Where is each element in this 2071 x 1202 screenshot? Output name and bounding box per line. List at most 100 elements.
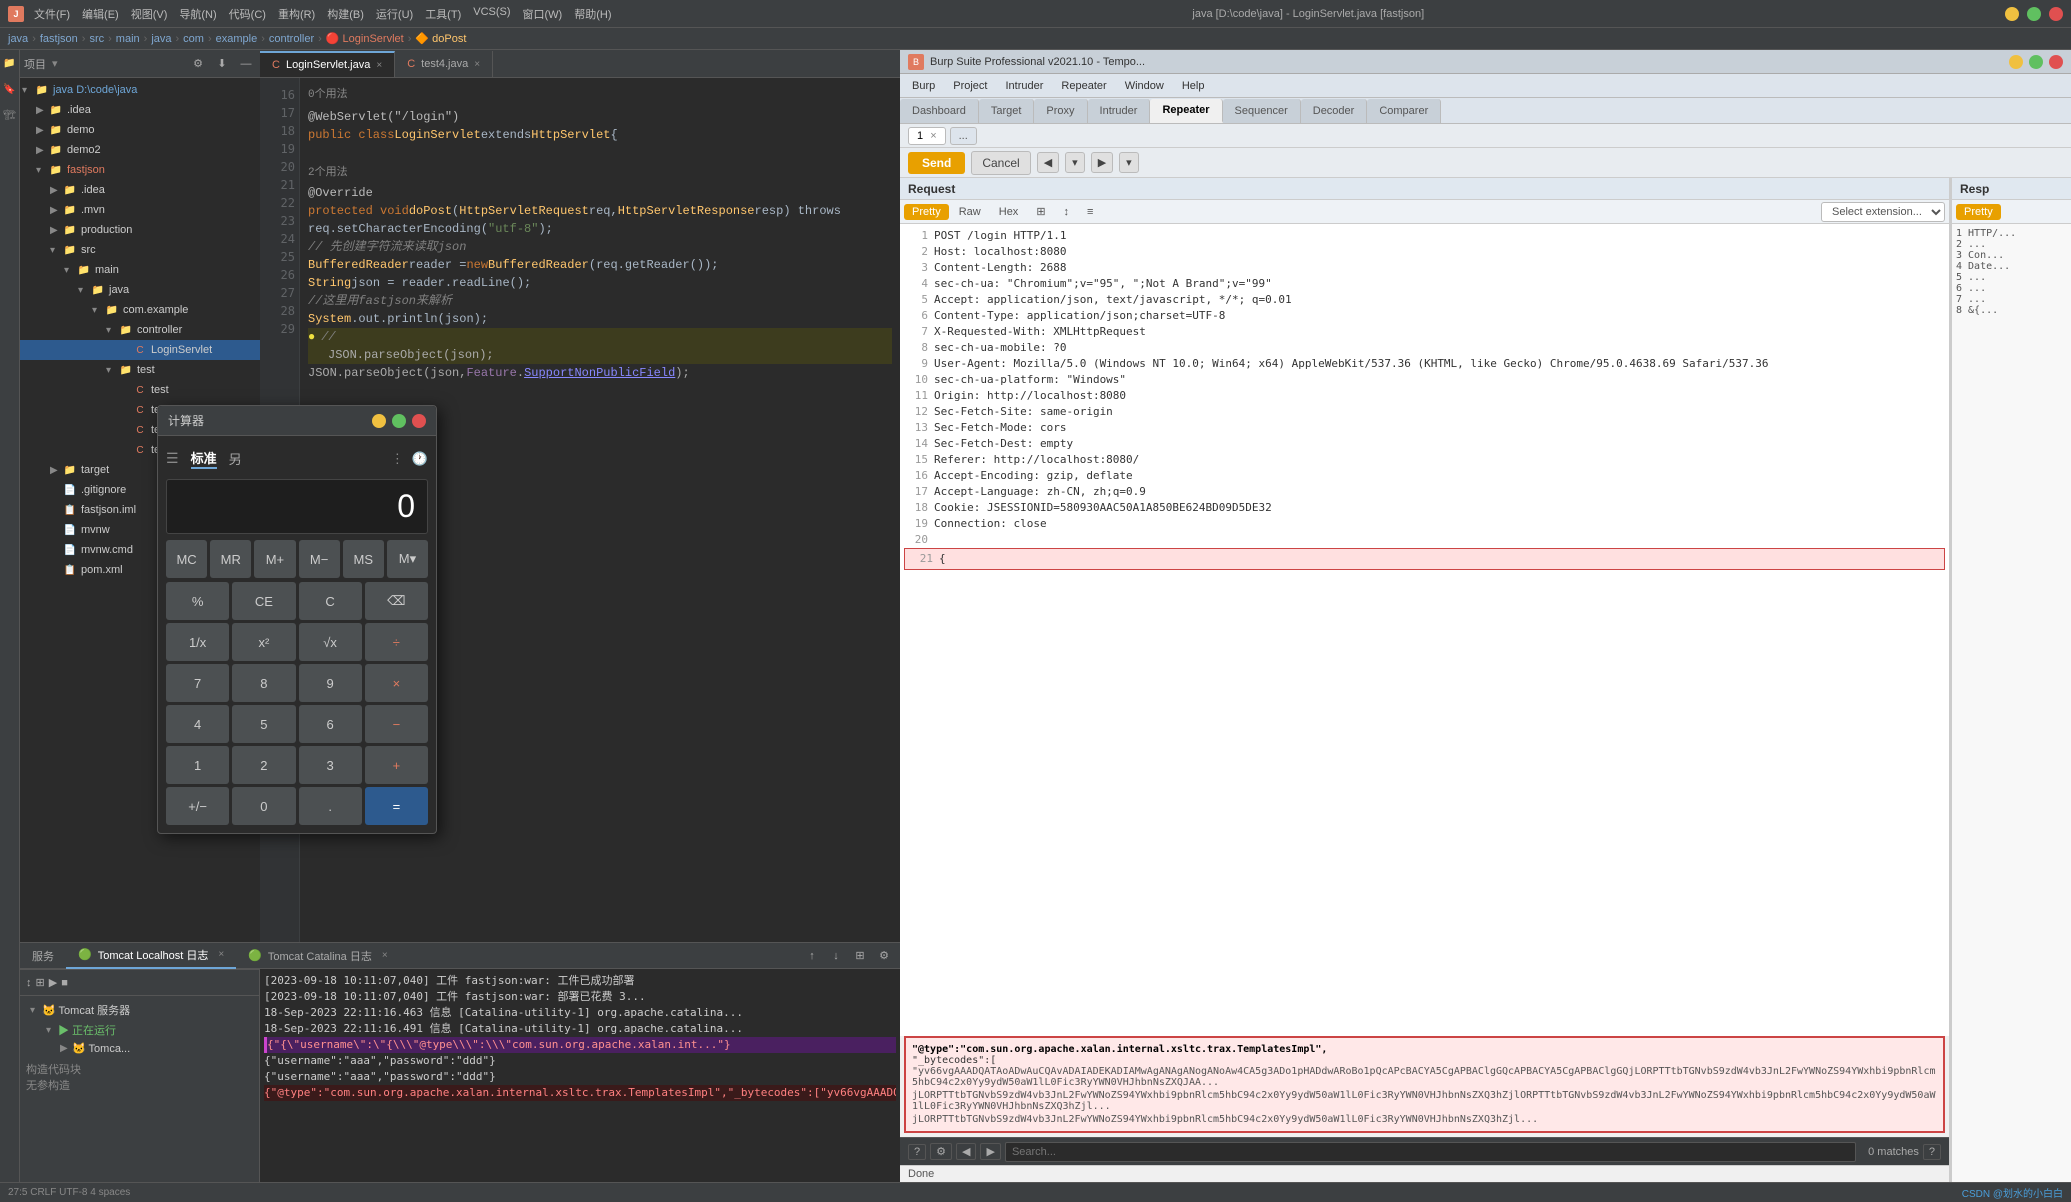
tree-main[interactable]: ▾ 📁 main — [20, 260, 260, 280]
breadcrumb-loginservlet[interactable]: 🔴 LoginServlet — [326, 32, 404, 45]
close-button[interactable] — [2049, 7, 2063, 21]
calc-btn-4[interactable]: 4 — [166, 705, 229, 743]
menu-refactor[interactable]: 重构(R) — [278, 6, 315, 22]
cancel-button[interactable]: Cancel — [971, 151, 1030, 175]
req-subtab-menu[interactable]: ≡ — [1079, 204, 1101, 220]
menu-edit[interactable]: 编辑(E) — [82, 6, 119, 22]
tab-tomcat-catalina[interactable]: 🟢 Tomcat Catalina 日志 × — [236, 943, 399, 969]
settings-btn[interactable]: ⬇ — [212, 54, 232, 74]
breadcrumb-dopost[interactable]: 🔶 doPost — [415, 32, 466, 45]
burp-tab-sequencer[interactable]: Sequencer — [1223, 99, 1301, 123]
calc-btn-mplus[interactable]: M+ — [254, 540, 295, 578]
close-tab-loginservlet[interactable]: × — [376, 60, 382, 71]
calc-minimize[interactable] — [372, 414, 386, 428]
calc-icon-1[interactable]: ⋮ — [391, 451, 404, 467]
breadcrumb-main[interactable]: main — [116, 33, 140, 45]
breadcrumb-com[interactable]: com — [183, 33, 204, 45]
burp-menu-repeater[interactable]: Repeater — [1053, 78, 1114, 94]
req-subtab-wrap[interactable]: ↕ — [1056, 204, 1078, 220]
calc-btn-ce[interactable]: CE — [232, 582, 295, 620]
service-tomcat-instance[interactable]: ▶ 🐱 Tomca... — [26, 1040, 253, 1057]
project-icon[interactable]: 📁 — [1, 54, 19, 72]
menu-help[interactable]: 帮助(H) — [574, 6, 611, 22]
menu-build[interactable]: 构建(B) — [327, 6, 364, 22]
calc-type-standard[interactable]: 标准 — [191, 448, 217, 469]
structure-icon[interactable]: 🏗 — [1, 106, 19, 124]
burp-tab-target[interactable]: Target — [979, 99, 1035, 123]
send-button[interactable]: Send — [908, 152, 965, 174]
search-settings-btn[interactable]: ⚙ — [930, 1143, 952, 1160]
menu-window[interactable]: 窗口(W) — [523, 6, 563, 22]
calc-close[interactable] — [412, 414, 426, 428]
maximize-button[interactable] — [2027, 7, 2041, 21]
ext-select[interactable]: Select extension... — [1821, 202, 1945, 222]
tree-src[interactable]: ▾ 📁 src — [20, 240, 260, 260]
breadcrumb-controller[interactable]: controller — [269, 33, 314, 45]
calc-btn-7[interactable]: 7 — [166, 664, 229, 702]
burp-menu-intruder[interactable]: Intruder — [998, 78, 1052, 94]
run-btn[interactable]: ▶ — [49, 976, 57, 989]
burp-tab-comparer[interactable]: Comparer — [1367, 99, 1441, 123]
req-subtab-raw[interactable]: Raw — [951, 204, 989, 220]
req-subtab-pretty[interactable]: Pretty — [904, 204, 949, 220]
tree-java[interactable]: ▾ 📁 java — [20, 280, 260, 300]
burp-min[interactable] — [2009, 55, 2023, 69]
calc-btn-mlist[interactable]: M▾ — [387, 540, 428, 578]
calc-btn-sub[interactable]: − — [365, 705, 428, 743]
close-catalina-tab[interactable]: × — [382, 950, 388, 961]
request-http-content[interactable]: 1POST /login HTTP/1.1 2Host: localhost:8… — [900, 224, 1949, 1036]
tree-controller[interactable]: ▾ 📁 controller — [20, 320, 260, 340]
nav-next-btn[interactable]: ▶ — [1091, 152, 1113, 173]
burp-menu-window[interactable]: Window — [1117, 78, 1172, 94]
nav-more-btn[interactable]: ▾ — [1119, 152, 1139, 173]
resp-subtab-pretty[interactable]: Pretty — [1956, 204, 2001, 220]
tab-services[interactable]: 服务 — [20, 943, 66, 969]
req-subtab-hex[interactable]: Hex — [991, 204, 1027, 220]
nav-prev-btn[interactable]: ◀ — [1037, 152, 1059, 173]
close-tomcat-tab[interactable]: × — [218, 949, 224, 960]
close-tab-test4[interactable]: × — [474, 59, 480, 70]
filter-btn[interactable]: ⊞ — [850, 946, 870, 966]
breadcrumb-fastjson[interactable]: fastjson — [40, 33, 78, 45]
tree-idea[interactable]: ▶ 📁 .idea — [20, 100, 260, 120]
search-question-btn[interactable]: ? — [1923, 1144, 1941, 1160]
burp-max[interactable] — [2029, 55, 2043, 69]
calc-btn-sign[interactable]: +/− — [166, 787, 229, 825]
collapse-all-btn[interactable]: ⚙ — [188, 54, 208, 74]
bookmark-icon[interactable]: 🔖 — [1, 80, 19, 98]
calc-btn-3[interactable]: 3 — [299, 746, 362, 784]
search-input[interactable] — [1005, 1142, 1856, 1162]
breadcrumb-src[interactable]: src — [89, 33, 104, 45]
burp-tab-intruder[interactable]: Intruder — [1088, 99, 1151, 123]
calc-btn-sqrt[interactable]: √x — [299, 623, 362, 661]
calc-btn-c[interactable]: C — [299, 582, 362, 620]
calc-type-other[interactable]: 另 — [229, 449, 242, 468]
menu-nav[interactable]: 导航(N) — [179, 6, 216, 22]
service-running[interactable]: ▾ ▶ 正在运行 — [26, 1020, 253, 1040]
calc-maximize[interactable] — [392, 414, 406, 428]
tab-test4[interactable]: C test4.java × — [395, 51, 493, 77]
calc-btn-ms[interactable]: MS — [343, 540, 384, 578]
nav-dropdown-btn[interactable]: ▾ — [1065, 152, 1085, 173]
stop-btn[interactable]: ■ — [61, 977, 68, 989]
menu-tools[interactable]: 工具(T) — [425, 6, 461, 22]
req-subtab-grid[interactable]: ⊞ — [1028, 203, 1053, 220]
calc-btn-2[interactable]: 2 — [232, 746, 295, 784]
tree-fastjson-idea[interactable]: ▶ 📁 .idea — [20, 180, 260, 200]
breadcrumb-java[interactable]: java — [8, 33, 28, 45]
calc-btn-mul[interactable]: × — [365, 664, 428, 702]
search-help-btn[interactable]: ? — [908, 1144, 926, 1160]
calc-btn-9[interactable]: 9 — [299, 664, 362, 702]
tree-test-folder[interactable]: ▾ 📁 test — [20, 360, 260, 380]
close-panel-btn[interactable]: — — [236, 54, 256, 74]
menu-file[interactable]: 文件(F) — [34, 6, 70, 22]
up-btn[interactable]: ↑ — [802, 946, 822, 966]
burp-menu-project[interactable]: Project — [945, 78, 995, 94]
breadcrumb-example[interactable]: example — [216, 33, 258, 45]
calc-btn-8[interactable]: 8 — [232, 664, 295, 702]
tree-loginservlet[interactable]: C LoginServlet — [20, 340, 260, 360]
calc-btn-mr[interactable]: MR — [210, 540, 251, 578]
breadcrumb-javafolder[interactable]: java — [151, 33, 171, 45]
calc-btn-percent[interactable]: % — [166, 582, 229, 620]
calc-btn-div[interactable]: ÷ — [365, 623, 428, 661]
